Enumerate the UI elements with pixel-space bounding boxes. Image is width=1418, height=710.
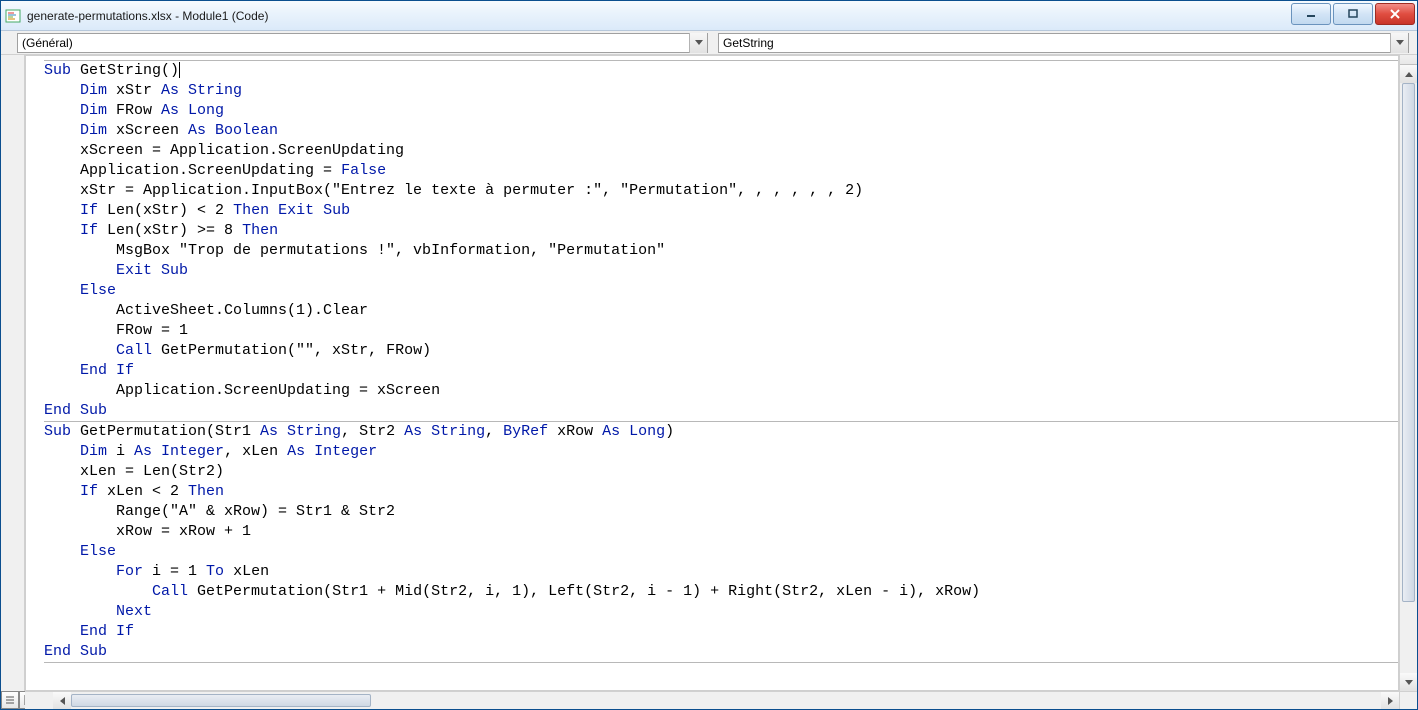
vba-module-icon [5,8,21,24]
procedure-view-button[interactable] [1,691,19,709]
chevron-down-icon [1390,33,1408,53]
object-dropdown[interactable]: (Général) [17,33,708,53]
vertical-scroll-track[interactable] [1400,83,1417,673]
chevron-down-icon [689,33,707,53]
code-editor[interactable]: Sub GetString() Dim xStr As String Dim F… [25,55,1399,691]
maximize-button[interactable] [1333,3,1373,25]
vertical-scroll-thumb[interactable] [1402,83,1415,602]
window-title: generate-permutations.xlsx - Module1 (Co… [27,9,268,23]
title-bar: generate-permutations.xlsx - Module1 (Co… [1,1,1417,31]
scrollbar-corner [1399,691,1417,709]
chevron-down-icon [1405,680,1413,685]
scroll-right-button[interactable] [1381,692,1399,709]
chevron-up-icon [1405,72,1413,77]
vertical-scrollbar[interactable] [1399,55,1417,691]
dropdown-row: (Général) GetString [1,31,1417,55]
window-controls [1291,3,1415,25]
horizontal-scroll-thumb[interactable] [71,694,371,707]
scroll-down-button[interactable] [1400,673,1417,691]
object-dropdown-value: (Général) [22,36,73,50]
code-wrapper: Sub GetString() Dim xStr As String Dim F… [25,55,1417,709]
code-content[interactable]: Sub GetString() Dim xStr As String Dim F… [26,56,1398,667]
text-caret [179,62,180,78]
chevron-left-icon [60,697,65,705]
scroll-up-button[interactable] [1400,65,1417,83]
close-button[interactable] [1375,3,1415,25]
chevron-right-icon [1388,697,1393,705]
scroll-left-button[interactable] [53,692,71,709]
procedure-dropdown-value: GetString [723,36,774,50]
minimize-button[interactable] [1291,3,1331,25]
procedure-dropdown[interactable]: GetString [718,33,1409,53]
code-outer: Sub GetString() Dim xStr As String Dim F… [1,55,1417,709]
split-handle[interactable] [1400,55,1417,65]
horizontal-scrollbar[interactable] [25,691,1399,709]
left-gutter [1,55,25,709]
